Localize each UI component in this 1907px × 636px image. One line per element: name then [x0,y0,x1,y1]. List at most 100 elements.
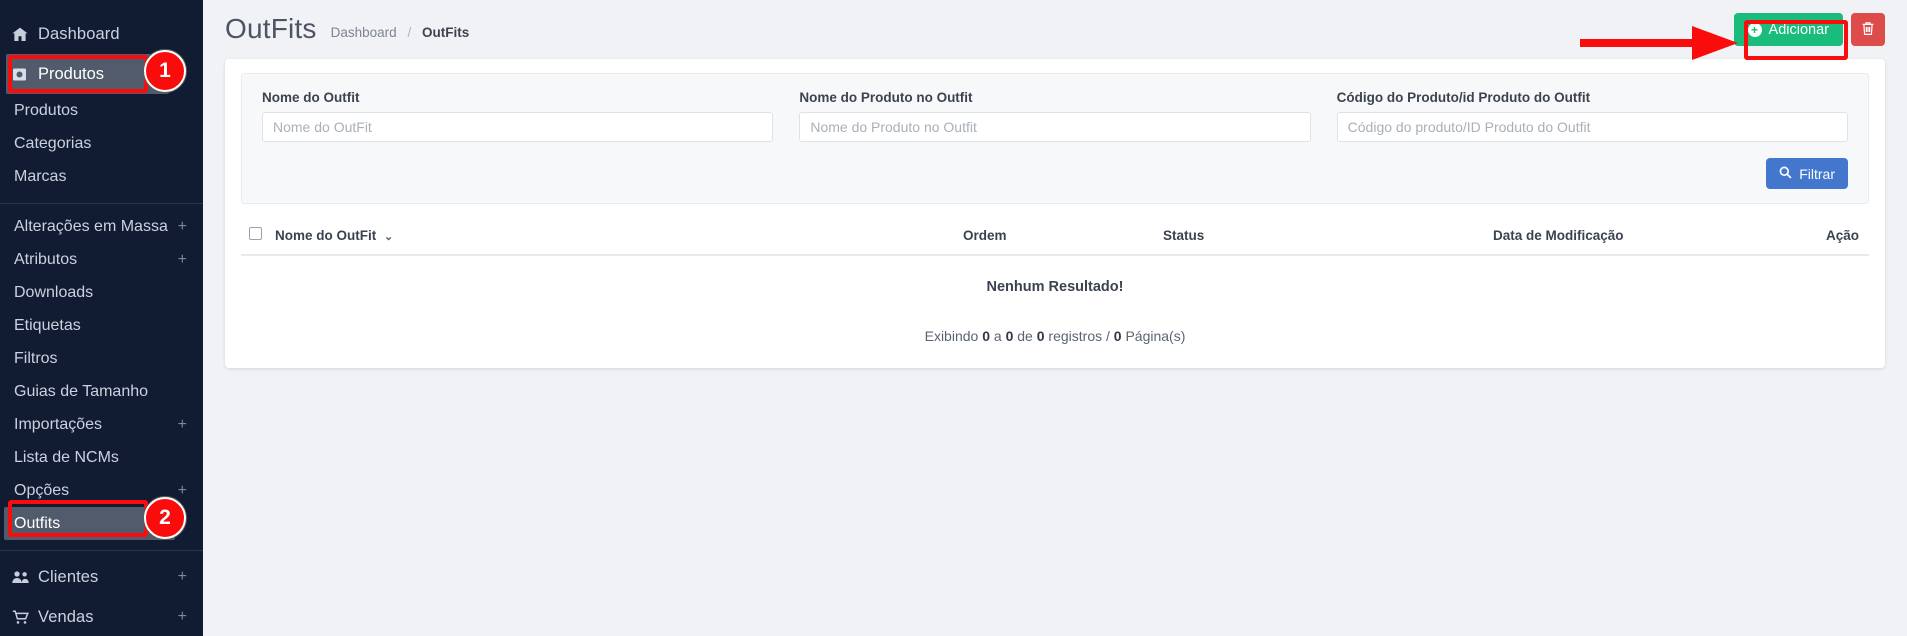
filter-label: Código do Produto/id Produto do Outfit [1336,90,1591,105]
sidebar-item-produtos-group-label: Produtos [38,64,105,83]
table-head: Nome do OutFit ⌄ Ordem Status Data de Mo… [241,218,1869,256]
add-button-label: Adicionar [1768,21,1829,38]
sidebar-item-lista-de-ncms[interactable]: Lista de NCMs [0,441,203,474]
select-all-header [241,218,271,256]
pagination-from: 0 [982,328,990,344]
box-icon [12,67,38,82]
sidebar-item-alteracoes-em-massa[interactable]: Alterações em Massa + [0,210,203,243]
sidebar-item-vendas-label: Vendas [38,607,94,626]
sidebar-item-importacoes[interactable]: Importações + [0,408,203,441]
filter-actions: Filtrar [262,158,1848,189]
column-header-acao-label: Ação [1825,227,1859,243]
expand-icon[interactable]: + [178,569,187,585]
sidebar-item-marcas-label: Marcas [14,167,67,185]
sidebar-divider-2 [0,550,203,551]
filter-button-label: Filtrar [1799,165,1835,182]
pagination-slash: / [1106,328,1110,344]
chevron-down-icon[interactable]: ⌄ [384,231,393,243]
sidebar-item-alteracoes-em-massa-label: Alterações em Massa [14,217,168,235]
sidebar-item-opcoes-label: Opções [14,481,70,499]
breadcrumb: Dashboard / OutFits [331,17,470,40]
cart-icon [12,609,38,625]
pagination-pages-label: Página(s) [1125,328,1186,344]
filter-row: Nome do Outfit Nome do Produto no Outfit… [262,90,1848,142]
annotation-badge-1: 1 [144,50,186,92]
trash-icon [1861,21,1875,39]
breadcrumb-root[interactable]: Dashboard [331,25,397,40]
app-root: Dashboard Produtos Produtos Categorias M… [0,0,1907,636]
empty-state-message: Nenhum Resultado! [986,279,1124,295]
sidebar: Dashboard Produtos Produtos Categorias M… [0,0,203,636]
sidebar-item-outfits-label: Outfits [14,514,61,532]
filter-button[interactable]: Filtrar [1766,158,1848,189]
sidebar-item-etiquetas-label: Etiquetas [14,316,81,334]
filter-panel: Nome do Outfit Nome do Produto no Outfit… [241,73,1869,204]
sidebar-item-clientes-label: Clientes [38,567,99,586]
column-header-data[interactable]: Data de Modificação [1489,218,1789,256]
add-button[interactable]: + Adicionar [1733,13,1843,46]
pagination-prefix: Exibindo [924,328,979,344]
pagination-summary: Exibindo 0 a 0 de 0 registros / 0 Página… [241,302,1869,346]
sidebar-item-vendas[interactable]: Vendas + [0,597,203,636]
sidebar-item-atributos[interactable]: Atributos + [0,243,203,276]
sidebar-divider [0,203,203,204]
expand-icon[interactable]: + [178,218,187,236]
sidebar-item-marcas[interactable]: Marcas [0,160,203,193]
expand-icon[interactable]: + [178,609,187,625]
nome-produto-input[interactable] [799,112,1311,142]
sidebar-item-atributos-label: Atributos [14,250,78,268]
column-header-ordem-label: Ordem [963,227,1007,243]
filter-field-nome-produto: Nome do Produto no Outfit [799,90,1311,142]
table-body: Nenhum Resultado! [241,255,1869,302]
pagination-records-label: registros [1048,328,1103,344]
sidebar-item-guias-de-tamanho-label: Guias de Tamanho [14,382,149,400]
codigo-produto-input[interactable] [1336,112,1848,142]
column-header-name[interactable]: Nome do OutFit ⌄ [271,218,959,256]
pagination-pages: 0 [1113,328,1122,344]
pagination-to: 0 [1005,328,1014,344]
column-header-name-label: Nome do OutFit [275,227,377,243]
sidebar-item-guias-de-tamanho[interactable]: Guias de Tamanho [0,375,203,408]
empty-state-cell: Nenhum Resultado! [241,255,1869,302]
page-title: OutFits [225,12,317,44]
pagination-total: 0 [1036,328,1045,344]
pagination-middle: a [993,328,1002,344]
plus-circle-icon: + [1747,22,1762,37]
sidebar-item-filtros[interactable]: Filtros [0,342,203,375]
filter-label: Nome do Produto no Outfit [799,90,973,105]
main-content: OutFits Dashboard / OutFits + Adicionar [203,0,1907,636]
column-header-status-label: Status [1163,227,1205,243]
filter-field-codigo-produto: Código do Produto/id Produto do Outfit [1336,90,1848,142]
sidebar-item-downloads-label: Downloads [14,283,94,301]
sidebar-item-dashboard-label: Dashboard [38,24,120,43]
select-all-checkbox[interactable] [249,227,262,240]
sidebar-item-filtros-label: Filtros [14,349,58,367]
sidebar-item-produtos-label: Produtos [14,101,79,119]
sidebar-item-downloads[interactable]: Downloads [0,276,203,309]
annotation-badge-2: 2 [144,497,186,539]
column-header-data-label: Data de Modificação [1493,227,1624,243]
column-header-status[interactable]: Status [1159,218,1489,256]
nome-outfit-input[interactable] [262,112,774,142]
breadcrumb-separator: / [407,25,412,40]
sidebar-item-categorias[interactable]: Categorias [0,127,203,160]
sidebar-item-dashboard[interactable]: Dashboard [0,14,203,54]
expand-icon[interactable]: + [178,482,187,500]
breadcrumb-current: OutFits [421,25,470,40]
table-header-row: Nome do OutFit ⌄ Ordem Status Data de Mo… [241,218,1869,256]
search-icon [1779,166,1792,182]
sidebar-item-importacoes-label: Importações [14,415,103,433]
page-header: OutFits Dashboard / OutFits + Adicionar [203,0,1907,57]
column-header-ordem[interactable]: Ordem [959,218,1159,256]
expand-icon[interactable]: + [178,251,187,269]
filter-label: Nome do Outfit [262,90,360,105]
sidebar-item-etiquetas[interactable]: Etiquetas [0,309,203,342]
empty-state-row: Nenhum Resultado! [241,255,1869,302]
users-icon [12,570,38,584]
expand-icon[interactable]: + [178,416,187,434]
sidebar-item-categorias-label: Categorias [14,134,92,152]
sidebar-item-produtos[interactable]: Produtos [0,94,203,127]
sidebar-item-clientes[interactable]: Clientes + [0,557,203,597]
delete-button[interactable] [1851,13,1885,46]
filter-field-nome-outfit: Nome do Outfit [262,90,774,142]
